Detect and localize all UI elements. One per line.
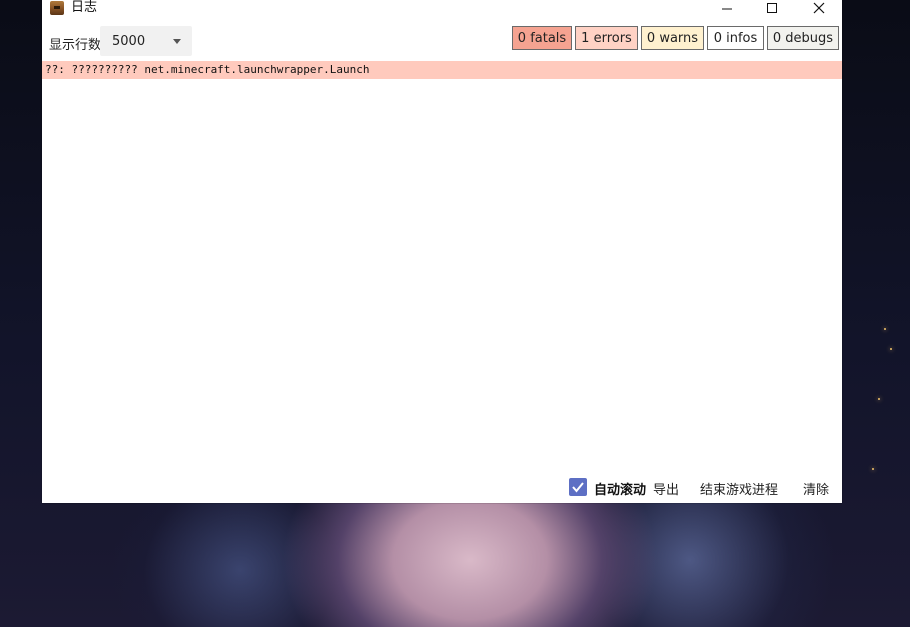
minimize-icon — [722, 8, 732, 10]
sparkle-decoration — [890, 348, 892, 350]
auto-scroll-checkbox[interactable] — [569, 478, 587, 496]
sparkle-decoration — [884, 328, 886, 330]
log-window: 日志 显示行数 5000 0 fatals 1 errors 0 warns 0… — [42, 0, 842, 503]
auto-scroll-label[interactable]: 自动滚动 — [594, 479, 646, 498]
filter-debugs-button[interactable]: 0 debugs — [767, 26, 839, 50]
clear-button[interactable]: 清除 — [803, 479, 829, 498]
log-line-text: ??: ?????????? net.minecraft.launchwrapp… — [45, 63, 370, 76]
display-lines-select[interactable]: 5000 — [100, 26, 192, 56]
title-bar[interactable]: 日志 — [42, 0, 842, 18]
display-lines-value: 5000 — [112, 34, 146, 49]
checkmark-icon — [572, 482, 584, 493]
window-title: 日志 — [71, 0, 98, 15]
close-icon — [813, 2, 825, 14]
kill-game-process-button[interactable]: 结束游戏进程 — [700, 479, 778, 498]
export-button[interactable]: 导出 — [653, 479, 679, 498]
minimize-button[interactable] — [710, 0, 744, 16]
sparkle-decoration — [878, 398, 880, 400]
filter-infos-button[interactable]: 0 infos — [707, 26, 764, 50]
maximize-icon — [767, 3, 777, 13]
chevron-down-icon — [173, 39, 181, 44]
filter-warns-button[interactable]: 0 warns — [641, 26, 704, 50]
log-line[interactable]: ??: ?????????? net.minecraft.launchwrapp… — [42, 61, 842, 79]
display-lines-label: 显示行数 — [49, 38, 102, 53]
close-button[interactable] — [802, 0, 836, 16]
chest-app-icon — [50, 1, 64, 15]
filter-errors-button[interactable]: 1 errors — [575, 26, 638, 50]
filter-fatals-button[interactable]: 0 fatals — [512, 26, 572, 50]
maximize-button[interactable] — [755, 0, 789, 16]
log-list[interactable]: ??: ?????????? net.minecraft.launchwrapp… — [42, 61, 842, 465]
sparkle-decoration — [872, 468, 874, 470]
